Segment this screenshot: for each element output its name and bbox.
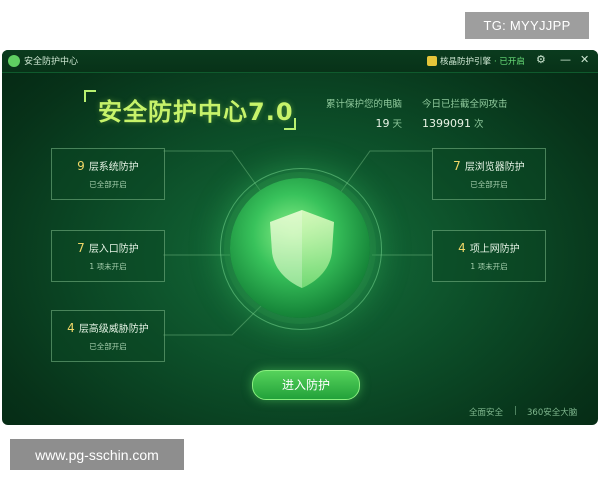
entry-protection-count: 7	[77, 241, 85, 255]
browser-protection-card[interactable]: 7 层浏览器防护 已全部开启	[432, 148, 546, 200]
advanced-threat-label: 层高级威胁防护	[78, 324, 149, 335]
advanced-threat-title: 4 层高级威胁防护	[52, 320, 164, 335]
enter-protection-button[interactable]: 进入防护	[252, 370, 360, 400]
browser-protection-count: 7	[453, 159, 461, 173]
footer-separator: |	[514, 406, 517, 416]
internet-protection-title: 4 项上网防护	[433, 240, 545, 255]
entry-protection-label: 层入口防护	[88, 244, 139, 255]
advanced-threat-count: 4	[67, 321, 75, 335]
system-protection-label: 层系统防护	[88, 162, 139, 173]
browser-protection-label: 层浏览器防护	[464, 162, 525, 173]
internet-protection-card[interactable]: 4 项上网防护 1 项未开启	[432, 230, 546, 282]
entry-protection-title: 7 层入口防护	[52, 240, 164, 255]
browser-protection-status: 已全部开启	[470, 180, 508, 189]
system-protection-card[interactable]: 9 层系统防护 已全部开启	[51, 148, 165, 200]
internet-protection-status: 1 项未开启	[470, 262, 508, 271]
advanced-threat-card[interactable]: 4 层高级威胁防护 已全部开启	[51, 310, 165, 362]
entry-protection-card[interactable]: 7 层入口防护 1 项未开启	[51, 230, 165, 282]
security-center-window: 安全防护中心 核晶防护引擎 · 已开启 ⚙ — ✕ 安全防护中心7.0 累计保护…	[2, 50, 598, 425]
watermark-bottom: www.pg-sschin.com	[10, 439, 184, 470]
system-protection-status: 已全部开启	[89, 180, 127, 189]
system-protection-title: 9 层系统防护	[52, 158, 164, 173]
watermark-top: TG: MYYJJPP	[465, 12, 589, 39]
internet-protection-count: 4	[458, 241, 466, 255]
footer-360-brain: 360安全大脑	[527, 408, 578, 418]
internet-protection-label: 项上网防护	[469, 244, 520, 255]
browser-protection-title: 7 层浏览器防护	[433, 158, 545, 173]
footer-full-security: 全面安全	[469, 408, 504, 418]
shield-icon	[270, 210, 334, 288]
entry-protection-status: 1 项未开启	[89, 262, 127, 271]
advanced-threat-status: 已全部开启	[89, 342, 127, 351]
system-protection-count: 9	[77, 159, 85, 173]
